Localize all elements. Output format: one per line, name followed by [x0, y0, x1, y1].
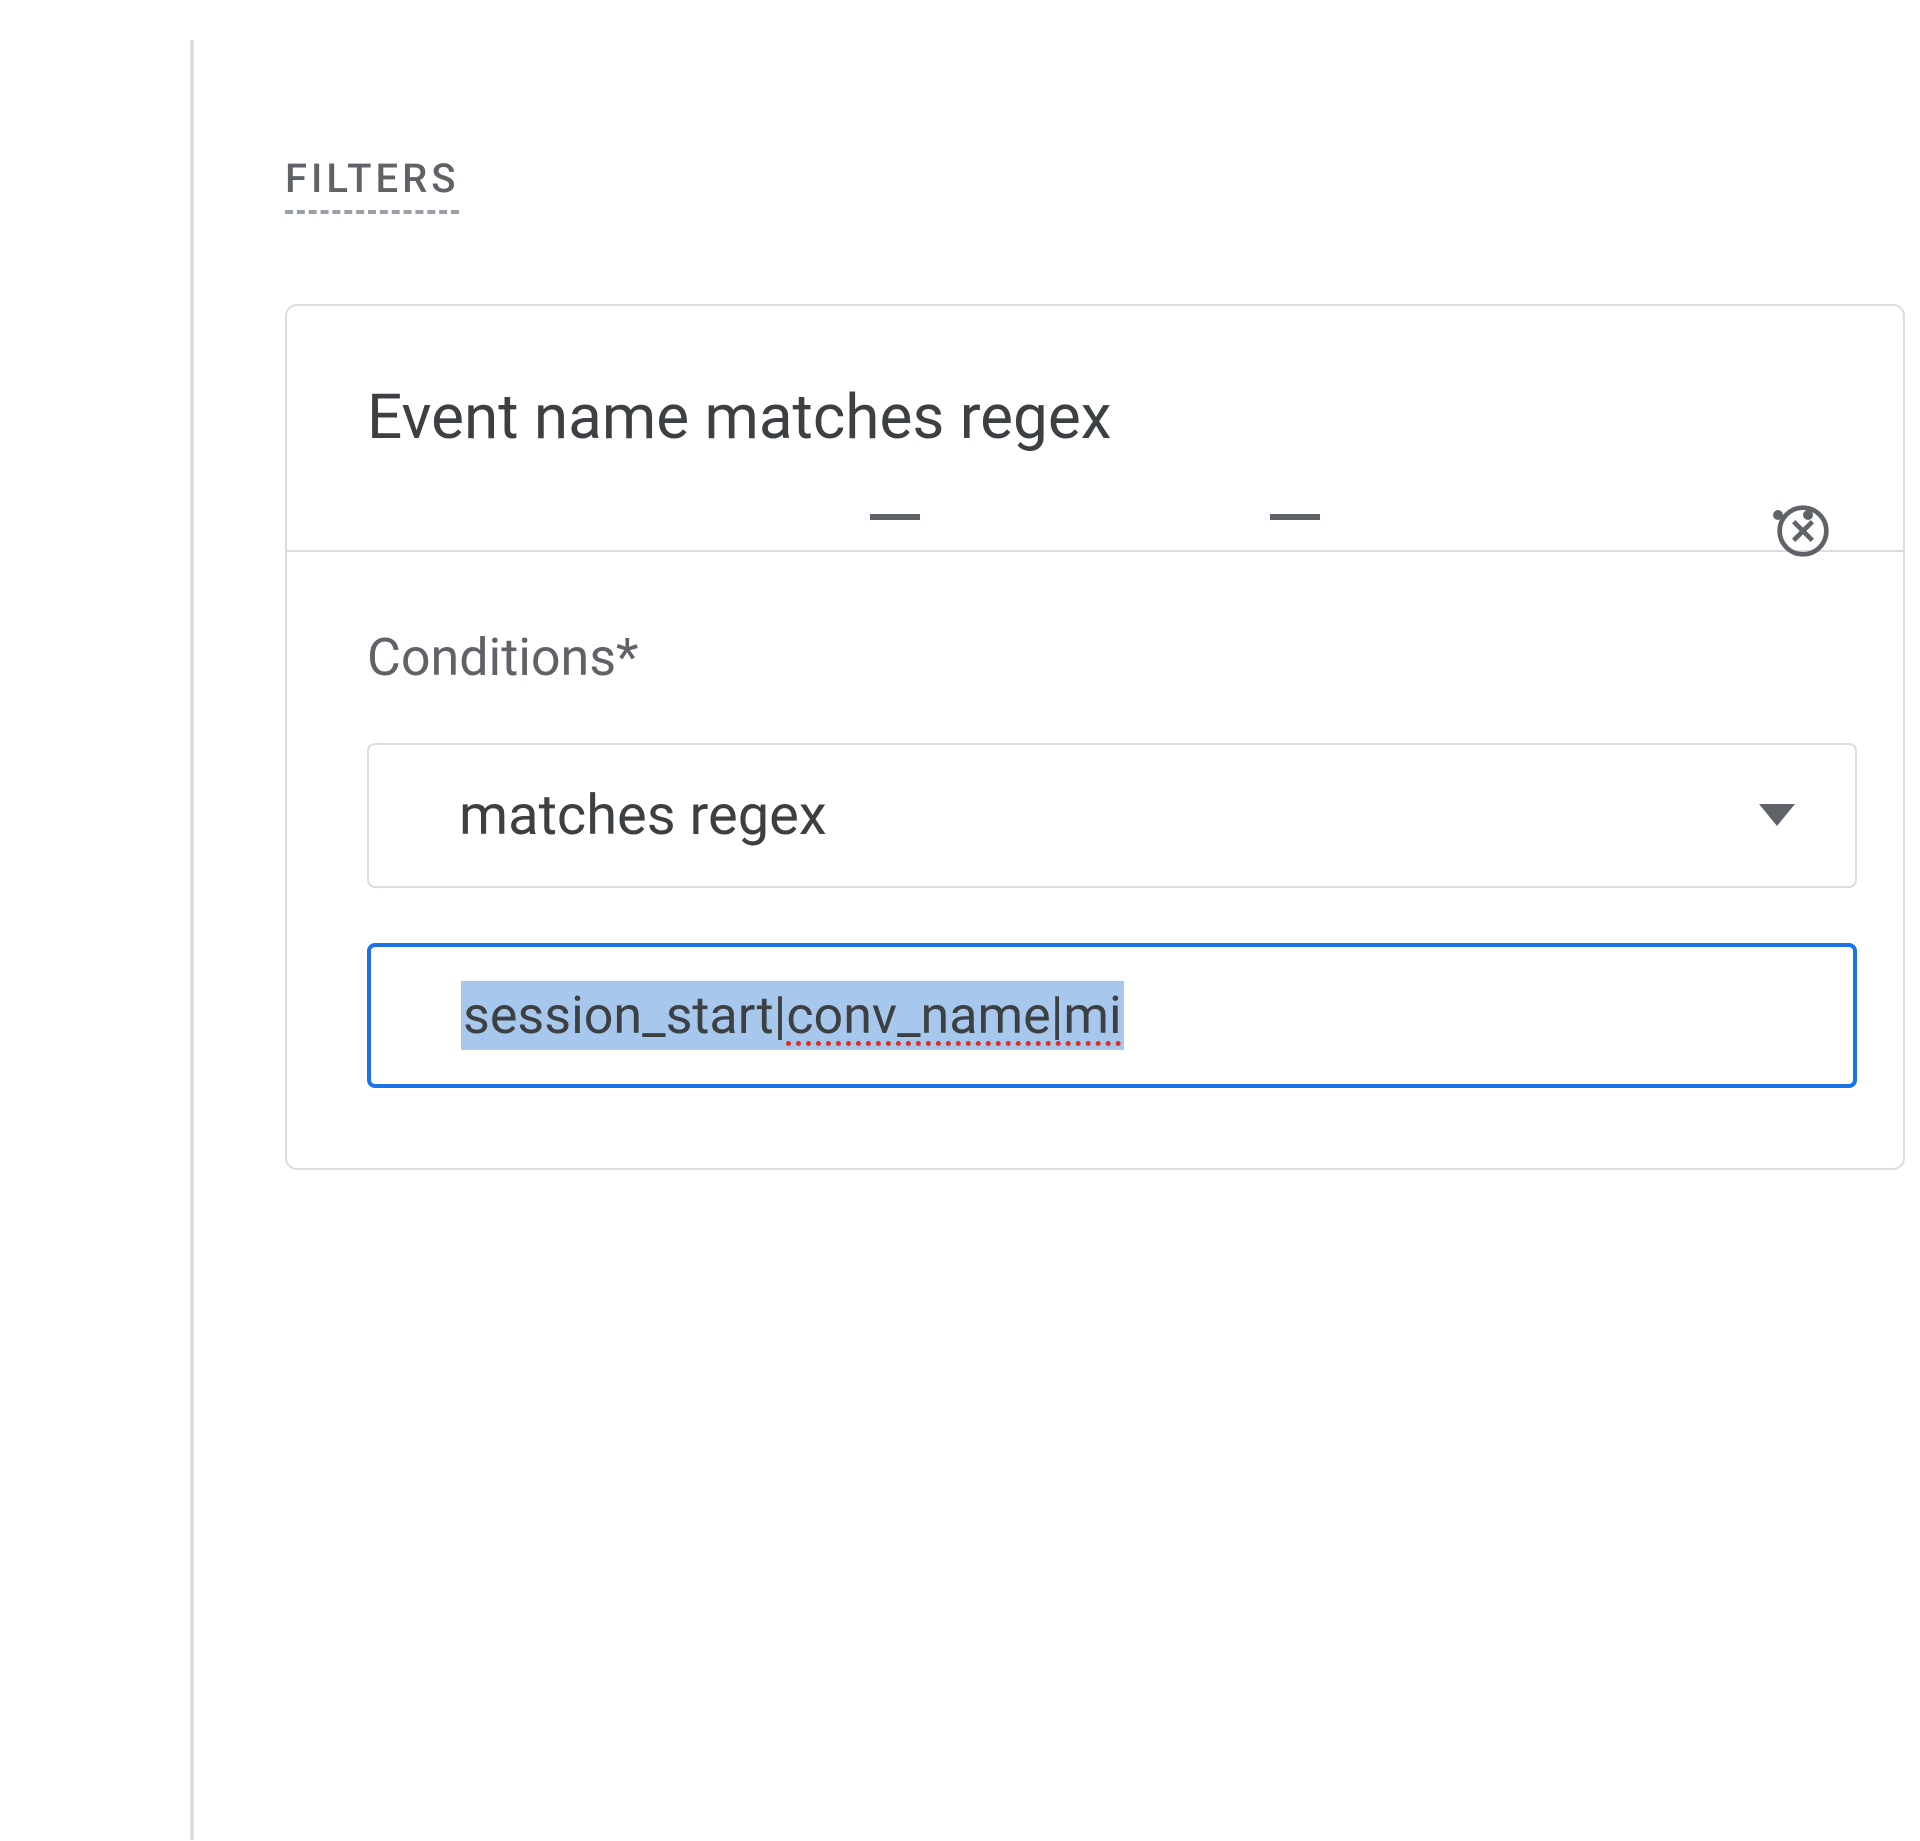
regex-input-text: session_start|conv_name|mi [461, 981, 1124, 1050]
input-text-plain: session_start| [463, 985, 786, 1046]
regex-value-input[interactable]: session_start|conv_name|mi [367, 943, 1857, 1088]
chevron-down-icon [1759, 804, 1795, 826]
header-dots [1773, 510, 1813, 520]
header-separator-marks [287, 514, 1903, 520]
conditions-section: Conditions* matches regex session_start|… [287, 552, 1903, 1168]
filter-card: Event name matches regex Conditions* m [285, 304, 1905, 1170]
conditions-label: Conditions* [367, 627, 1823, 688]
filters-heading: FILTERS [285, 155, 459, 214]
operator-select-value: matches regex [459, 782, 827, 848]
filters-panel: FILTERS Event name matches regex Condit [190, 40, 1910, 1170]
input-text-spellchecked: conv_name|mi [786, 985, 1121, 1046]
filter-title: Event name matches regex [367, 376, 1111, 460]
operator-select[interactable]: matches regex [367, 743, 1857, 888]
filter-card-header: Event name matches regex [287, 306, 1903, 552]
